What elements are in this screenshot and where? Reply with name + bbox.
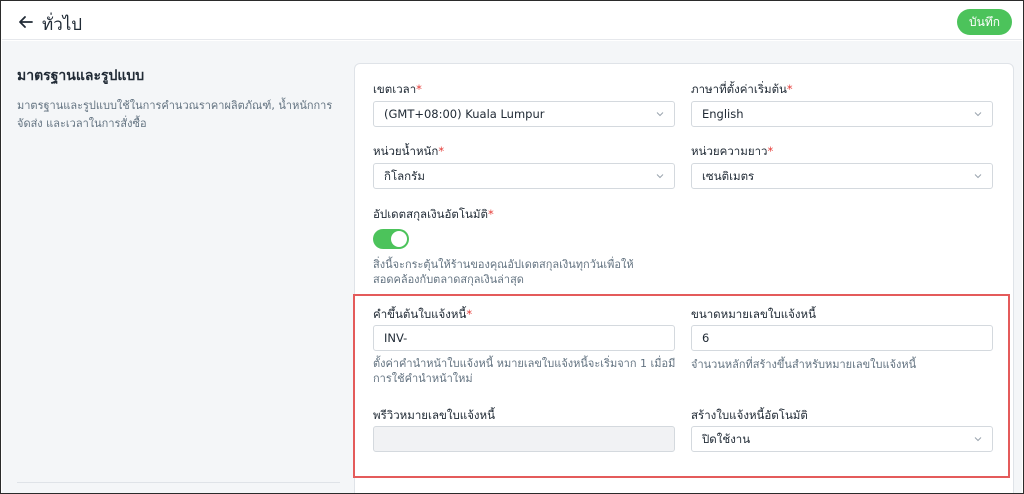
invoice-prefix-label: คำขึ้นต้นใบแจ้งหนี้* (373, 307, 473, 321)
invoice-number-size-value: 6 (702, 331, 710, 345)
chevron-down-icon (656, 112, 664, 117)
auto-invoice-label: สร้างใบแจ้งหนี้อัตโนมัติ (691, 408, 808, 422)
language-label: ภาษาที่ตั้งค่าเริ่มต้น* (691, 82, 793, 96)
length-unit-label: หน่วยความยาว* (691, 144, 774, 158)
timezone-value: (GMT+08:00) Kuala Lumpur (384, 107, 545, 121)
settings-content: มาตรฐานและรูปแบบ มาตรฐานและรูปแบบใช้ในกา… (2, 41, 1022, 493)
weight-unit-select[interactable]: กิโลกรัม (373, 163, 675, 189)
app-window: ทั่วไป บันทึก มาตรฐานและรูปแบบ มาตรฐานแล… (0, 0, 1024, 494)
timezone-label: เขตเวลา* (373, 82, 422, 96)
toggle-knob (391, 231, 407, 247)
invoice-prefix-input[interactable]: INV- (373, 325, 675, 351)
section-divider (17, 482, 340, 483)
language-select[interactable]: English (691, 101, 993, 127)
invoice-prefix-help: ตั้งค่าคำนำหน้าใบแจ้งหนี้ หมายเลขใบแจ้งห… (373, 357, 676, 385)
weight-unit-label: หน่วยน้ำหนัก* (373, 144, 445, 158)
chevron-down-icon (974, 437, 982, 442)
auto-currency-label: อัปเดตสกุลเงินอัตโนมัติ* (373, 207, 494, 221)
top-bar: ทั่วไป บันทึก (2, 2, 1022, 40)
length-unit-select[interactable]: เซนติเมตร (691, 163, 993, 189)
invoice-preview-field (373, 426, 675, 452)
settings-card: เขตเวลา* (GMT+08:00) Kuala Lumpur ภาษาที… (354, 63, 1014, 493)
required-mark: * (466, 307, 473, 321)
chevron-down-icon (656, 174, 664, 179)
required-mark: * (767, 144, 774, 158)
section-title: มาตรฐานและรูปแบบ (17, 68, 145, 84)
required-mark: * (487, 207, 494, 221)
weight-unit-value: กิโลกรัม (384, 169, 425, 183)
length-unit-value: เซนติเมตร (702, 169, 755, 183)
auto-currency-toggle[interactable] (373, 229, 409, 249)
invoice-number-size-label: ขนาดหมายเลขใบแจ้งหนี้ (691, 307, 816, 321)
arrow-left-icon[interactable] (16, 12, 36, 32)
invoice-prefix-value: INV- (384, 331, 408, 345)
auto-invoice-value: ปิดใช้งาน (702, 432, 751, 446)
timezone-select[interactable]: (GMT+08:00) Kuala Lumpur (373, 101, 675, 127)
auto-currency-help: สิ่งนี้จะกระตุ้นให้ร้านของคุณอัปเดตสกุลเ… (373, 258, 634, 286)
required-mark: * (438, 144, 445, 158)
invoice-number-size-help: จำนวนหลักที่สร้างขึ้นสำหรับหมายเลขใบแจ้ง… (691, 358, 917, 371)
page-title: ทั่วไป (42, 15, 83, 35)
section-description: มาตรฐานและรูปแบบใช้ในการคำนวณราคาผลิตภัณ… (17, 99, 333, 130)
language-value: English (702, 107, 744, 121)
invoice-preview-label: พรีวิวหมายเลขใบแจ้งหนี้ (373, 408, 495, 422)
invoice-number-size-input[interactable]: 6 (691, 325, 993, 351)
chevron-down-icon (974, 174, 982, 179)
save-button[interactable]: บันทึก (957, 9, 1012, 35)
chevron-down-icon (974, 112, 982, 117)
auto-invoice-select[interactable]: ปิดใช้งาน (691, 426, 993, 452)
required-mark: * (416, 82, 422, 96)
required-mark: * (786, 82, 793, 96)
